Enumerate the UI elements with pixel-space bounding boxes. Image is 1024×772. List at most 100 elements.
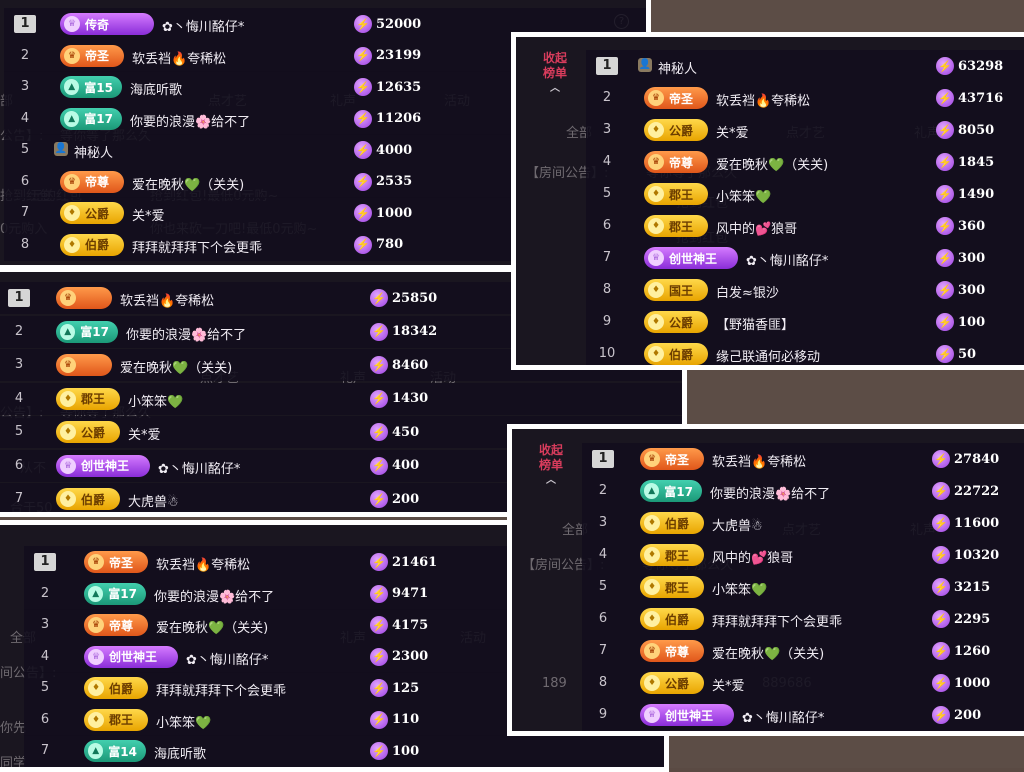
score-number: 100 bbox=[392, 743, 420, 759]
collapse-leaderboard-label: 收起榜单 bbox=[538, 443, 563, 472]
rank-badge: ♦ 伯爵 bbox=[644, 343, 708, 365]
user-name[interactable]: 爱在晚秋💚（关关) bbox=[132, 174, 244, 193]
badge-emblem-icon: ♦ bbox=[648, 186, 664, 202]
rank-number: 1 bbox=[8, 289, 30, 307]
user-name[interactable]: 关*爱 bbox=[128, 424, 161, 443]
collapse-leaderboard-label: 收起榜单 bbox=[542, 51, 567, 80]
user-name[interactable]: 关*爱 bbox=[712, 675, 745, 694]
score-number: 125 bbox=[392, 680, 420, 696]
user-name[interactable]: 大虎兽☃ bbox=[128, 491, 179, 510]
rank-badge: ♛ bbox=[56, 287, 112, 309]
user-name[interactable]: 软丢裆🔥夸稀松 bbox=[120, 290, 214, 309]
user-name[interactable]: 白发≈银沙 bbox=[716, 282, 779, 301]
user-name[interactable]: 【野猫香匪】 bbox=[716, 314, 794, 333]
lightning-bolt-icon: ⚡ bbox=[370, 553, 388, 571]
rank-number: 3 bbox=[598, 515, 608, 530]
user-name[interactable]: 软丢裆🔥夸稀松 bbox=[156, 554, 250, 573]
user-name[interactable]: ✿丶悔川酩仔* bbox=[162, 16, 244, 35]
badge-label: 伯爵 bbox=[85, 238, 110, 252]
user-name[interactable]: 缘己联通何必移动 bbox=[716, 346, 820, 365]
score-value: ⚡ 1260 bbox=[932, 642, 990, 660]
score-number: 22722 bbox=[954, 483, 1000, 499]
user-name[interactable]: 软丢裆🔥夸稀松 bbox=[716, 90, 810, 109]
score-number: 360 bbox=[958, 218, 986, 234]
badge-emblem-icon: ♦ bbox=[648, 346, 664, 362]
user-name[interactable]: 海底听歌 bbox=[154, 743, 206, 762]
rank-number: 7 bbox=[40, 743, 50, 758]
user-name[interactable]: 关*爱 bbox=[132, 205, 165, 224]
user-name[interactable]: ✿丶悔川酩仔* bbox=[186, 649, 268, 668]
badge-label: 帝圣 bbox=[665, 452, 690, 467]
user-name[interactable]: 大虎兽☃ bbox=[712, 515, 763, 534]
lightning-bolt-icon: ⚡ bbox=[354, 15, 372, 33]
score-value: ⚡ 400 bbox=[370, 456, 419, 475]
rank-badge: ♦ 郡王 bbox=[56, 387, 120, 410]
user-name[interactable]: 你要的浪漫🌸给不了 bbox=[126, 324, 246, 343]
user-name[interactable]: 拜拜就拜拜下个会更乖 bbox=[132, 237, 262, 256]
rank-badge: ♕ 创世神王 bbox=[84, 645, 178, 668]
user-name[interactable]: 软丢裆🔥夸稀松 bbox=[712, 451, 806, 470]
lightning-bolt-icon: ⚡ bbox=[354, 235, 372, 254]
rank-badge: ♕ 传奇 bbox=[60, 13, 154, 35]
user-name[interactable]: 你要的浪漫🌸给不了 bbox=[154, 586, 274, 605]
user-name[interactable]: 爱在晚秋💚（关关) bbox=[156, 617, 268, 636]
badge-emblem-icon: ♦ bbox=[644, 515, 660, 531]
score-value: ⚡ 110 bbox=[370, 710, 419, 729]
user-name[interactable]: 爱在晚秋💚（关关) bbox=[716, 154, 828, 173]
collapse-leaderboard-button[interactable]: 收起榜单 ︿ bbox=[534, 443, 568, 488]
user-name[interactable]: 神秘人 bbox=[74, 142, 113, 161]
lightning-bolt-icon: ⚡ bbox=[354, 141, 372, 159]
user-name[interactable]: 拜拜就拜拜下个会更乖 bbox=[156, 680, 286, 699]
badge-emblem-icon: ♦ bbox=[648, 282, 664, 298]
rank-badge: ♦ 公爵 bbox=[60, 202, 124, 224]
rank-badge: ♛ 帝尊 bbox=[640, 640, 704, 662]
user-name[interactable]: 风中的💕狼哥 bbox=[712, 547, 793, 566]
lightning-bolt-icon: ⚡ bbox=[936, 217, 954, 235]
rank-number: 3 bbox=[602, 122, 612, 137]
user-name[interactable]: 海底听歌 bbox=[130, 79, 182, 98]
user-name[interactable]: 爱在晚秋💚（关关) bbox=[120, 357, 232, 376]
rank-number: 3 bbox=[20, 79, 30, 94]
user-name[interactable]: 你要的浪漫🌸给不了 bbox=[130, 111, 250, 130]
rank-number: 6 bbox=[14, 457, 24, 473]
rank-badge: ♦ 公爵 bbox=[640, 672, 704, 694]
user-name[interactable]: 神秘人 bbox=[658, 58, 697, 77]
rank-number: 6 bbox=[40, 711, 50, 727]
rank-number: 5 bbox=[602, 186, 612, 201]
lightning-bolt-icon: ⚡ bbox=[354, 204, 372, 222]
rank-badge: ♦ 伯爵 bbox=[640, 608, 704, 630]
user-name[interactable]: 小笨笨💚 bbox=[128, 391, 183, 410]
badge-label: 创世神王 bbox=[81, 459, 130, 473]
lightning-bolt-icon: ⚡ bbox=[932, 642, 950, 660]
badge-emblem-icon: ♦ bbox=[644, 611, 660, 627]
rank-badge: ♦ 郡王 bbox=[644, 183, 708, 205]
user-name[interactable]: 关*爱 bbox=[716, 122, 749, 141]
rank-badge: ♛ 帝尊 bbox=[84, 614, 148, 636]
score-value: ⚡ 100 bbox=[936, 313, 985, 331]
lightning-bolt-icon: ⚡ bbox=[370, 423, 388, 441]
rank-number: 1 bbox=[14, 15, 36, 33]
user-name[interactable]: 小笨笨💚 bbox=[156, 712, 211, 731]
user-name[interactable]: 爱在晚秋💚（关关) bbox=[712, 643, 824, 662]
user-name[interactable]: 软丢裆🔥夸稀松 bbox=[132, 48, 226, 67]
badge-emblem-icon: ♛ bbox=[60, 290, 76, 306]
user-name[interactable]: ✿丶悔川酩仔* bbox=[746, 250, 828, 269]
rank-badge: ♦ 伯爵 bbox=[84, 677, 148, 699]
badge-label: 帝尊 bbox=[665, 644, 690, 659]
score-value: ⚡ 2295 bbox=[932, 610, 990, 628]
score-value: ⚡ 27840 bbox=[932, 450, 999, 468]
collapse-leaderboard-button[interactable]: 收起榜单 ︿ bbox=[538, 51, 572, 96]
user-name[interactable]: 小笨笨💚 bbox=[712, 579, 767, 598]
user-name[interactable]: 小笨笨💚 bbox=[716, 186, 771, 205]
badge-label: 帝尊 bbox=[85, 175, 110, 189]
rank-number: 4 bbox=[40, 648, 50, 664]
user-name[interactable]: ✿丶悔川酩仔* bbox=[742, 707, 824, 726]
score-number: 52000 bbox=[376, 16, 422, 32]
lightning-bolt-icon: ⚡ bbox=[936, 121, 954, 139]
user-name[interactable]: ✿丶悔川酩仔* bbox=[158, 458, 240, 477]
user-name[interactable]: 你要的浪漫🌸给不了 bbox=[710, 483, 830, 502]
lightning-bolt-icon: ⚡ bbox=[936, 249, 954, 267]
user-name[interactable]: 风中的💕狼哥 bbox=[716, 218, 797, 237]
user-name[interactable]: 拜拜就拜拜下个会更乖 bbox=[712, 611, 842, 630]
score-value: ⚡ 1845 bbox=[936, 153, 994, 171]
